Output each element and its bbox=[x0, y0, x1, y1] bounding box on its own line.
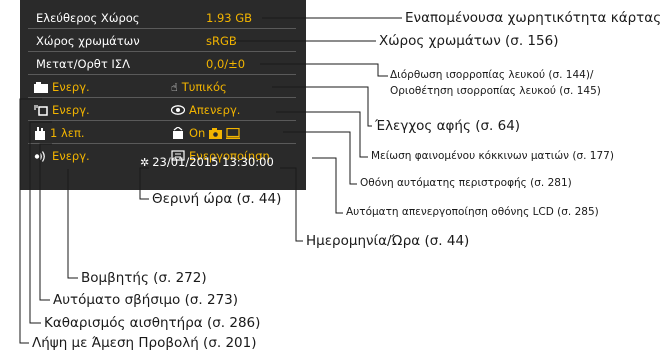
callout-beeper: Βομβητής (σ. 272) bbox=[81, 270, 207, 286]
callout-live-view: Λήψη με Άμεση Προβολή (σ. 201) bbox=[32, 335, 257, 351]
callout-auto-rotate: Οθόνη αυτόματης περιστροφής (σ. 281) bbox=[360, 177, 572, 189]
callout-color-space: Χώρος χρωμάτων (σ. 156) bbox=[379, 33, 559, 49]
callout-auto-power-off: Αυτόματο σβήσιμο (σ. 273) bbox=[53, 292, 239, 308]
callout-wb-shift-line2: Οριοθέτηση ισορροπίας λευκού (σ. 145) bbox=[390, 85, 601, 97]
callout-datetime: Ημερομηνία/Ώρα (σ. 44) bbox=[306, 233, 470, 249]
callout-wb-shift-line1: Διόρθωση ισορροπίας λευκού (σ. 144)/ bbox=[390, 69, 594, 81]
callout-sensor-cleaning: Καθαρισμός αισθητήρα (σ. 286) bbox=[44, 315, 261, 331]
callout-lcd-auto-off: Αυτόματη απενεργοποίηση οθόνης LCD (σ. 2… bbox=[346, 206, 599, 218]
callout-red-eye: Μείωση φαινομένου κόκκινων ματιών (σ. 17… bbox=[371, 150, 614, 162]
callout-card-capacity: Εναπομένουσα χωρητικότητα κάρτας bbox=[405, 10, 662, 26]
callout-summer-time: Θερινή ώρα (σ. 44) bbox=[152, 191, 282, 207]
callout-touch-control: Έλεγχος αφής (σ. 64) bbox=[375, 118, 521, 134]
